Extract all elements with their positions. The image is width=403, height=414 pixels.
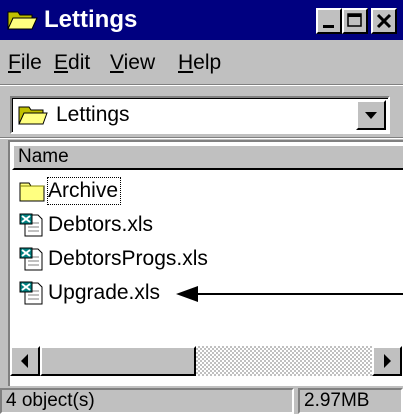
open-folder-icon (7, 11, 38, 30)
minimize-icon (323, 25, 334, 28)
list-item-label: Upgrade.xls (48, 281, 161, 304)
menu-bar: File Edit View Help (0, 40, 403, 84)
status-bar: 4 object(s) 2.97MB (0, 386, 403, 414)
address-combobox[interactable]: Lettings (10, 96, 390, 134)
title-bar[interactable]: Lettings (0, 0, 403, 40)
horizontal-scrollbar[interactable] (10, 346, 403, 376)
menu-file-rest: ile (20, 51, 42, 74)
chevron-down-icon (365, 112, 377, 119)
column-header-name[interactable]: Name (12, 144, 403, 170)
open-folder-icon (18, 106, 48, 125)
chevron-right-icon (384, 354, 391, 368)
scroll-track[interactable] (196, 346, 372, 376)
minimize-button[interactable] (316, 8, 342, 34)
menu-file[interactable]: File (8, 50, 42, 76)
scroll-thumb[interactable] (40, 346, 196, 376)
close-button[interactable] (371, 8, 397, 34)
scroll-left-button[interactable] (10, 346, 40, 376)
menu-separator (0, 84, 403, 86)
toolbar-separator (0, 137, 403, 139)
excel-file-icon (19, 213, 43, 237)
list-item-label: Archive (46, 177, 122, 205)
menu-view[interactable]: View (110, 50, 155, 76)
address-value: Lettings (56, 103, 130, 126)
menu-edit[interactable]: Edit (54, 50, 90, 76)
excel-file-icon (19, 247, 43, 271)
address-dropdown-button[interactable] (356, 100, 386, 130)
status-object-count: 4 object(s) (6, 390, 95, 411)
menu-view-rest: iew (123, 51, 156, 74)
list-item-label: DebtorsProgs.xls (48, 247, 208, 270)
menu-help[interactable]: Help (178, 50, 221, 76)
status-pane-size: 2.97MB (298, 388, 403, 414)
column-header-label: Name (18, 146, 69, 167)
menu-help-accel: H (178, 51, 194, 74)
menu-file-accel: F (8, 51, 21, 74)
excel-file-icon (19, 281, 43, 305)
chevron-left-icon (21, 354, 28, 368)
explorer-window: Lettings File Edit View Help Lettings Na… (0, 0, 403, 414)
folder-icon (19, 182, 45, 202)
menu-view-accel: V (110, 51, 124, 74)
menu-edit-rest: dit (68, 51, 91, 74)
pointer-arrow-icon (176, 286, 403, 302)
status-size: 2.97MB (304, 390, 370, 411)
close-icon (376, 13, 392, 29)
maximize-icon (347, 13, 362, 27)
menu-help-rest: elp (193, 51, 222, 74)
window-title: Lettings (44, 6, 138, 33)
menu-edit-accel: E (54, 51, 69, 74)
scroll-right-button[interactable] (372, 346, 402, 376)
status-pane-objects: 4 object(s) (0, 388, 294, 414)
maximize-button[interactable] (342, 8, 368, 34)
list-item-label: Debtors.xls (48, 213, 154, 236)
